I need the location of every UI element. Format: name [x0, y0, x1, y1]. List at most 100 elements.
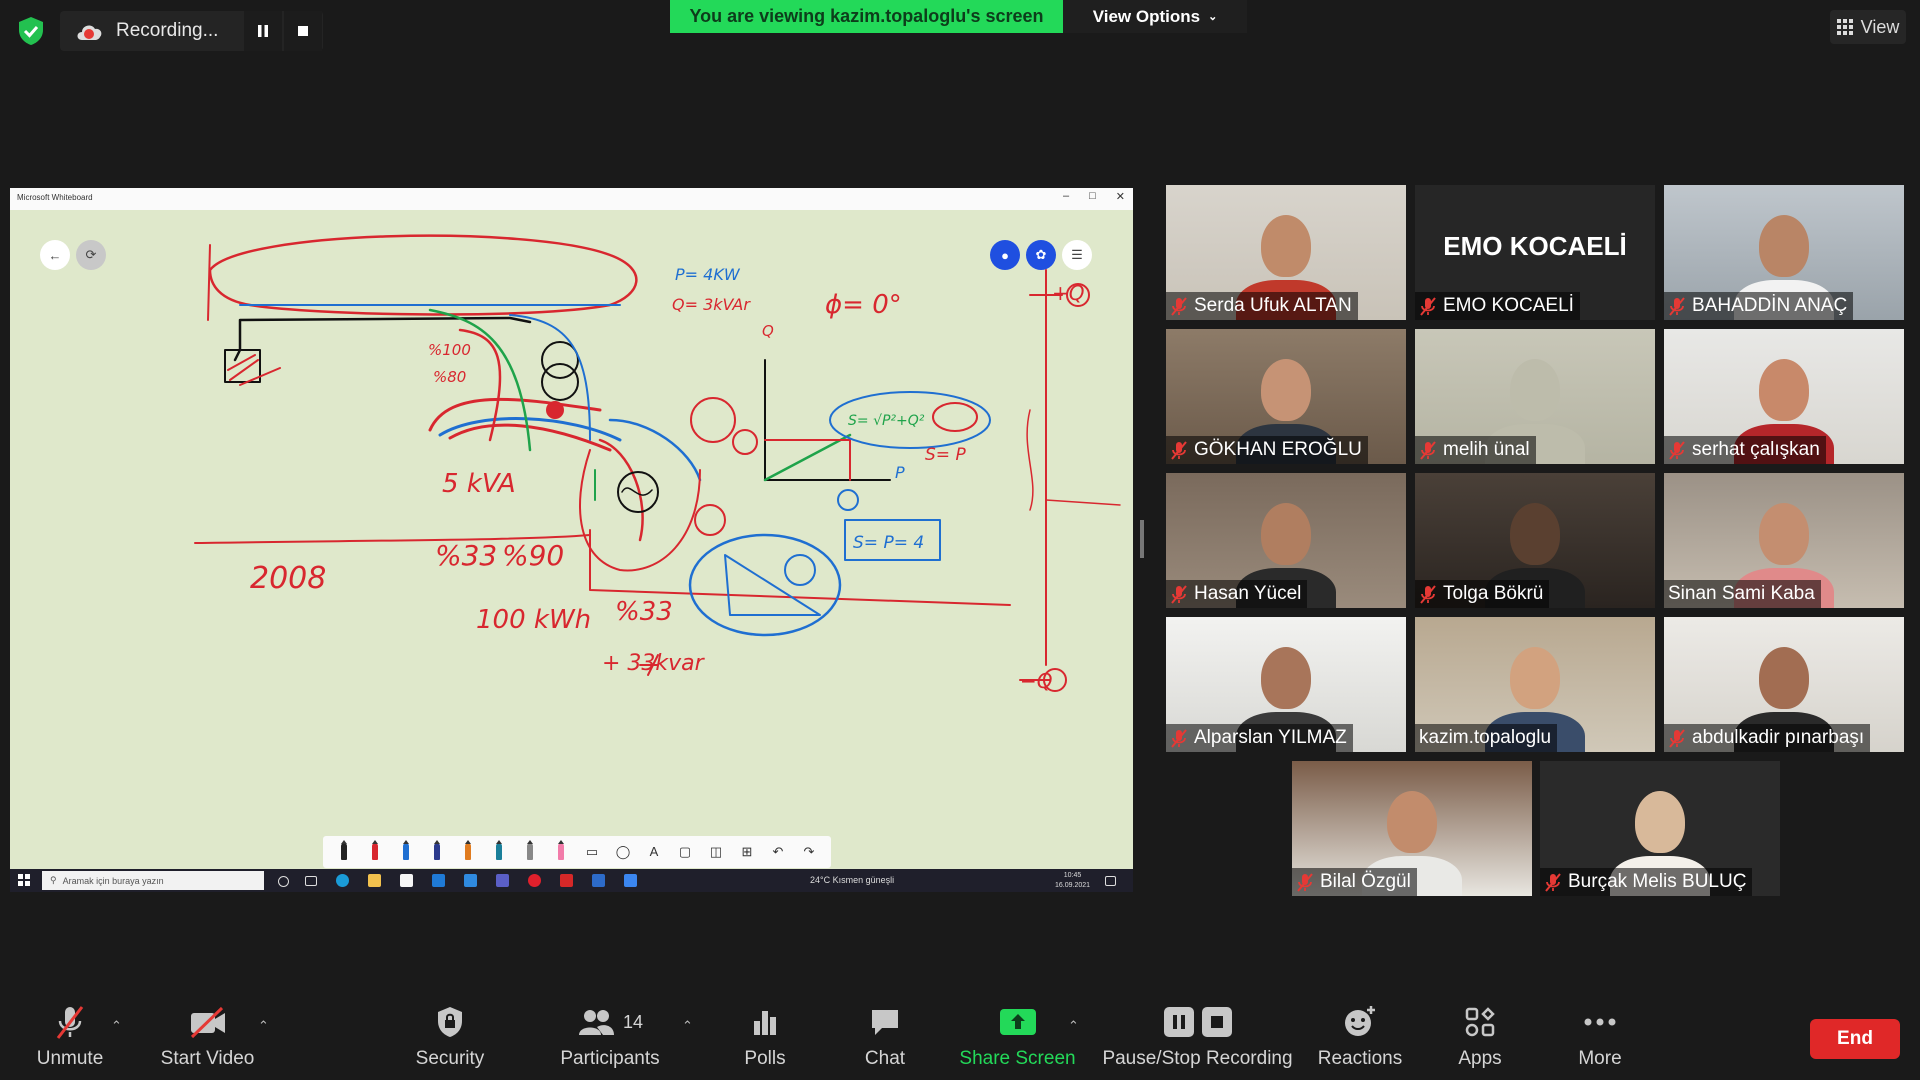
undo-icon[interactable]: ↶ — [769, 841, 787, 863]
viewing-screen-banner: You are viewing kazim.topaloglu's screen — [670, 0, 1063, 33]
shared-screen[interactable]: Microsoft Whiteboard – □ ✕ P= 4KW Q= 3kV… — [10, 188, 1133, 892]
lasso-icon[interactable]: ◯ — [614, 841, 632, 863]
teams-icon[interactable] — [496, 874, 509, 887]
opera-icon[interactable] — [528, 874, 541, 887]
back-arrow-icon[interactable]: ← — [40, 240, 70, 270]
start-video-button[interactable]: Start Video — [155, 1002, 260, 1078]
stop-recording-button[interactable] — [284, 11, 322, 51]
edge-icon[interactable] — [336, 874, 349, 887]
security-button[interactable]: Security — [410, 1002, 490, 1078]
participant-name: Hasan Yücel — [1194, 583, 1302, 604]
participant-name-tag: Burçak Melis BULUÇ — [1540, 868, 1753, 896]
redo-icon[interactable]: ↷ — [800, 841, 818, 863]
apps-button[interactable]: Apps — [1445, 1002, 1515, 1078]
whiteboard-app-icon[interactable] — [592, 874, 605, 887]
wb-text-phi: ϕ= 0° — [825, 290, 902, 320]
participant-tile[interactable]: melih ünal — [1415, 329, 1655, 464]
view-layout-button[interactable]: View — [1830, 10, 1906, 44]
share-options-chevron-icon[interactable]: ⌃ — [1068, 1018, 1079, 1034]
taskbar-clock[interactable]: 10:45 16.09.2021 — [1055, 871, 1090, 891]
participant-name: melih ünal — [1443, 439, 1530, 460]
video-options-chevron-icon[interactable]: ⌃ — [258, 1018, 269, 1034]
participant-tile[interactable]: abdulkadir pınarbaşı — [1664, 617, 1904, 752]
pen-black-icon[interactable] — [335, 840, 353, 863]
pen-red-icon[interactable] — [366, 840, 384, 863]
note-icon[interactable]: ▢ — [676, 841, 694, 863]
participant-tile[interactable]: Alparslan YILMAZ — [1166, 617, 1406, 752]
cortana-icon[interactable] — [278, 876, 289, 887]
pencil-icon[interactable] — [521, 840, 539, 863]
view-options-button[interactable]: View Options ⌄ — [1063, 0, 1247, 33]
text-icon[interactable]: A — [645, 841, 663, 863]
highlighter-icon[interactable] — [552, 840, 570, 863]
invite-icon[interactable]: ✿ — [1026, 240, 1056, 270]
maximize-icon[interactable]: □ — [1089, 190, 1096, 203]
notifications-icon[interactable] — [1105, 876, 1116, 886]
reactions-smiley-icon — [1345, 1006, 1375, 1036]
end-meeting-button[interactable]: End — [1810, 1019, 1900, 1059]
pen-teal-icon[interactable] — [490, 840, 508, 863]
split-divider-handle[interactable] — [1140, 520, 1144, 558]
pen-blue-icon[interactable] — [397, 840, 415, 863]
end-label: End — [1837, 1028, 1873, 1049]
polls-button[interactable]: Polls — [730, 1002, 800, 1078]
menu-icon[interactable]: ☰ — [1062, 240, 1092, 270]
participant-tile[interactable]: Tolga Bökrü — [1415, 473, 1655, 608]
participant-name-tag: GÖKHAN EROĞLU — [1166, 436, 1368, 464]
pause-stop-recording-button[interactable]: Pause/Stop Recording — [1102, 1002, 1293, 1078]
sync-icon[interactable]: ⟳ — [76, 240, 106, 270]
audio-options-chevron-icon[interactable]: ⌃ — [111, 1018, 122, 1034]
minimize-icon[interactable]: – — [1063, 190, 1069, 203]
microphone-muted-icon — [1668, 296, 1686, 316]
participant-name-tag: melih ünal — [1415, 436, 1536, 464]
add-icon[interactable]: ⊞ — [738, 841, 756, 863]
participant-name: Serda Ufuk ALTAN — [1194, 295, 1352, 316]
file-explorer-icon[interactable] — [368, 874, 381, 887]
view-label: View — [1860, 16, 1900, 37]
wb-text-pct100: %100 — [428, 341, 471, 359]
share-screen-button[interactable]: Share Screen — [959, 1002, 1076, 1078]
zoom-meeting-icon[interactable] — [624, 874, 637, 887]
shield-check-icon[interactable] — [14, 14, 48, 48]
more-button[interactable]: More — [1565, 1002, 1635, 1078]
user-avatar-icon[interactable]: ● — [990, 240, 1020, 270]
taskbar-search-input[interactable]: ⚲ Aramak için buraya yazın — [42, 871, 264, 890]
participant-tile[interactable]: Bilal Özgül — [1292, 761, 1532, 896]
image-icon[interactable]: ◫ — [707, 841, 725, 863]
reactions-button[interactable]: Reactions — [1315, 1002, 1405, 1078]
reactions-label: Reactions — [1317, 1048, 1403, 1069]
acrobat-icon[interactable] — [560, 874, 573, 887]
participant-tile[interactable]: Serda Ufuk ALTAN — [1166, 185, 1406, 320]
participant-tile[interactable]: Burçak Melis BULUÇ — [1540, 761, 1780, 896]
task-view-icon[interactable] — [305, 876, 317, 886]
zoom-icon[interactable] — [464, 874, 477, 887]
wb-text-minus-q: −Q — [1020, 669, 1053, 693]
participants-options-chevron-icon[interactable]: ⌃ — [682, 1018, 693, 1034]
whiteboard-canvas[interactable]: P= 4KW Q= 3kVAr ϕ= 0° Q P S= P S= √P²+Q²… — [10, 210, 1133, 870]
weather-widget[interactable]: 24°C Kısmen güneşli — [810, 875, 894, 885]
chat-bubble-icon — [872, 1010, 898, 1035]
share-screen-icon — [999, 1009, 1036, 1035]
participant-tile[interactable]: serhat çalışkan — [1664, 329, 1904, 464]
pen-navy-icon[interactable] — [428, 840, 446, 863]
pen-orange-icon[interactable] — [459, 840, 477, 863]
participant-tile[interactable]: Sinan Sami Kaba — [1664, 473, 1904, 608]
participant-name-tag: Tolga Bökrü — [1415, 580, 1550, 608]
participant-tile[interactable]: kazim.topaloglu — [1415, 617, 1655, 752]
participant-tile[interactable]: Hasan Yücel — [1166, 473, 1406, 608]
chat-button[interactable]: Chat — [850, 1002, 920, 1078]
participant-name-tag: Sinan Sami Kaba — [1664, 580, 1821, 608]
participant-tile[interactable]: BAHADDİN ANAÇ — [1664, 185, 1904, 320]
microphone-muted-icon — [1544, 872, 1562, 892]
unmute-button[interactable]: Unmute — [30, 1002, 110, 1078]
mail-icon[interactable] — [432, 874, 445, 887]
pause-recording-button[interactable] — [244, 11, 282, 51]
store-icon[interactable] — [400, 874, 413, 887]
participants-button[interactable]: 14 Participants — [555, 1002, 665, 1078]
eraser-icon[interactable]: ▭ — [583, 841, 601, 863]
close-icon[interactable]: ✕ — [1116, 190, 1125, 203]
participant-tile[interactable]: EMO KOCAELİ EMO KOCAELİ — [1415, 185, 1655, 320]
windows-start-icon[interactable] — [18, 874, 30, 886]
participant-name-tag: Alparslan YILMAZ — [1166, 724, 1353, 752]
participant-tile[interactable]: GÖKHAN EROĞLU — [1166, 329, 1406, 464]
